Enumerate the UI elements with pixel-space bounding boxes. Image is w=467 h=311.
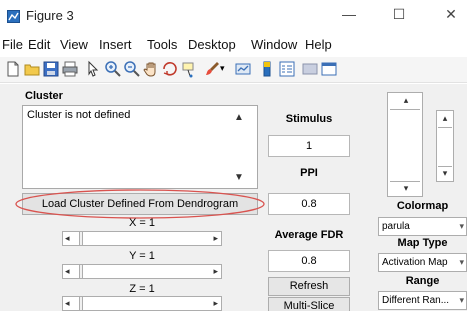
ppi-field[interactable]: 0.8 xyxy=(268,193,350,215)
average-fdr-label: Average FDR xyxy=(274,229,344,241)
colorbar-preview: ▴ ▾ xyxy=(387,92,423,197)
window-titlebar: Figure 3 — ☐ ✕ xyxy=(0,0,467,34)
chevron-right-icon[interactable]: ▸ xyxy=(213,265,218,278)
new-figure-icon[interactable] xyxy=(4,60,22,78)
y-slider[interactable]: ◂ ▸ xyxy=(62,264,222,279)
refresh-button[interactable]: Refresh xyxy=(268,277,350,296)
stimulus-label: Stimulus xyxy=(285,113,333,125)
colormap-value: parula xyxy=(382,221,410,232)
menu-window[interactable]: Window xyxy=(251,37,297,52)
chevron-left-icon[interactable]: ◂ xyxy=(65,232,70,245)
range-select[interactable]: Different Ran... ▾ xyxy=(378,291,467,310)
load-cluster-button[interactable]: Load Cluster Defined From Dendrogram xyxy=(22,193,258,215)
matlab-figure-icon xyxy=(7,10,20,23)
map-type-value: Activation Map xyxy=(382,257,448,268)
hide-plot-tools-icon[interactable] xyxy=(301,60,319,78)
chevron-down-icon[interactable]: ▼ xyxy=(234,172,244,183)
chevron-down-icon[interactable]: ▾ xyxy=(437,168,453,179)
z-slider[interactable]: ◂ ▸ xyxy=(62,296,222,311)
colorbar-divider-bottom xyxy=(390,181,420,182)
zoom-in-icon[interactable] xyxy=(104,60,122,78)
x-slider-label: X = 1 xyxy=(129,217,155,229)
menu-insert[interactable]: Insert xyxy=(99,37,132,52)
cluster-listbox[interactable]: Cluster is not defined ▲ ▼ xyxy=(22,105,258,189)
menu-view[interactable]: View xyxy=(60,37,88,52)
data-cursor-icon[interactable] xyxy=(180,60,198,78)
figure-toolbar: ▾ xyxy=(0,57,467,83)
menu-help[interactable]: Help xyxy=(305,37,332,52)
open-file-icon[interactable] xyxy=(23,60,41,78)
chevron-right-icon[interactable]: ▸ xyxy=(213,297,218,310)
range-value: Different Ran... xyxy=(382,295,450,306)
vertical-slider-divider-top xyxy=(438,127,452,128)
z-slider-thumb[interactable] xyxy=(79,296,83,311)
zoom-out-icon[interactable] xyxy=(123,60,141,78)
chevron-up-icon[interactable]: ▴ xyxy=(437,113,453,124)
pan-hand-icon[interactable] xyxy=(142,60,160,78)
colormap-select[interactable]: parula ▾ xyxy=(378,217,467,236)
z-slider-label: Z = 1 xyxy=(129,283,155,295)
chevron-down-icon[interactable]: ▾ xyxy=(398,183,414,194)
print-icon[interactable] xyxy=(61,60,79,78)
ppi-label: PPI xyxy=(300,167,318,179)
vertical-slider[interactable]: ▴ ▾ xyxy=(436,110,454,182)
close-button[interactable]: ✕ xyxy=(441,6,461,23)
save-icon[interactable] xyxy=(42,60,60,78)
chevron-down-icon[interactable]: ▾ xyxy=(459,254,464,271)
map-type-label: Map Type xyxy=(397,237,448,249)
menu-file[interactable]: File xyxy=(2,37,23,52)
minimize-button[interactable]: — xyxy=(339,6,359,22)
edit-plot-pointer-icon[interactable] xyxy=(84,60,102,78)
vertical-slider-divider-bottom xyxy=(438,166,452,167)
x-slider-thumb[interactable] xyxy=(79,231,83,246)
chevron-left-icon[interactable]: ◂ xyxy=(65,265,70,278)
link-plot-icon[interactable] xyxy=(234,60,252,78)
insert-legend-icon[interactable] xyxy=(278,60,296,78)
menu-edit[interactable]: Edit xyxy=(28,37,50,52)
menubar: File Edit View Insert Tools Desktop Wind… xyxy=(0,35,467,55)
multi-slice-button[interactable]: Multi-Slice xyxy=(268,297,350,311)
stimulus-field[interactable]: 1 xyxy=(268,135,350,157)
colorbar-divider-top xyxy=(390,109,420,110)
chevron-up-icon[interactable]: ▲ xyxy=(234,112,244,123)
map-type-select[interactable]: Activation Map ▾ xyxy=(378,253,467,272)
brush-dropdown-icon[interactable]: ▾ xyxy=(220,63,228,81)
range-label: Range xyxy=(405,275,440,287)
cluster-heading: Cluster xyxy=(25,90,63,102)
chevron-right-icon[interactable]: ▸ xyxy=(213,232,218,245)
show-plot-tools-icon[interactable] xyxy=(320,60,338,78)
average-fdr-field[interactable]: 0.8 xyxy=(268,250,350,272)
menu-tools[interactable]: Tools xyxy=(147,37,177,52)
colormap-label: Colormap xyxy=(396,200,449,212)
chevron-left-icon[interactable]: ◂ xyxy=(65,297,70,310)
chevron-down-icon[interactable]: ▾ xyxy=(459,218,464,235)
chevron-down-icon[interactable]: ▾ xyxy=(459,292,464,309)
menu-desktop[interactable]: Desktop xyxy=(188,37,236,52)
brush-icon[interactable] xyxy=(203,60,221,78)
y-slider-label: Y = 1 xyxy=(129,250,155,262)
insert-colorbar-icon[interactable] xyxy=(258,60,276,78)
window-title: Figure 3 xyxy=(26,8,74,23)
chevron-up-icon[interactable]: ▴ xyxy=(398,95,414,106)
maximize-button[interactable]: ☐ xyxy=(389,6,409,23)
x-slider[interactable]: ◂ ▸ xyxy=(62,231,222,246)
rotate-3d-icon[interactable] xyxy=(161,60,179,78)
y-slider-thumb[interactable] xyxy=(79,264,83,279)
cluster-status-text: Cluster is not defined xyxy=(27,109,131,121)
